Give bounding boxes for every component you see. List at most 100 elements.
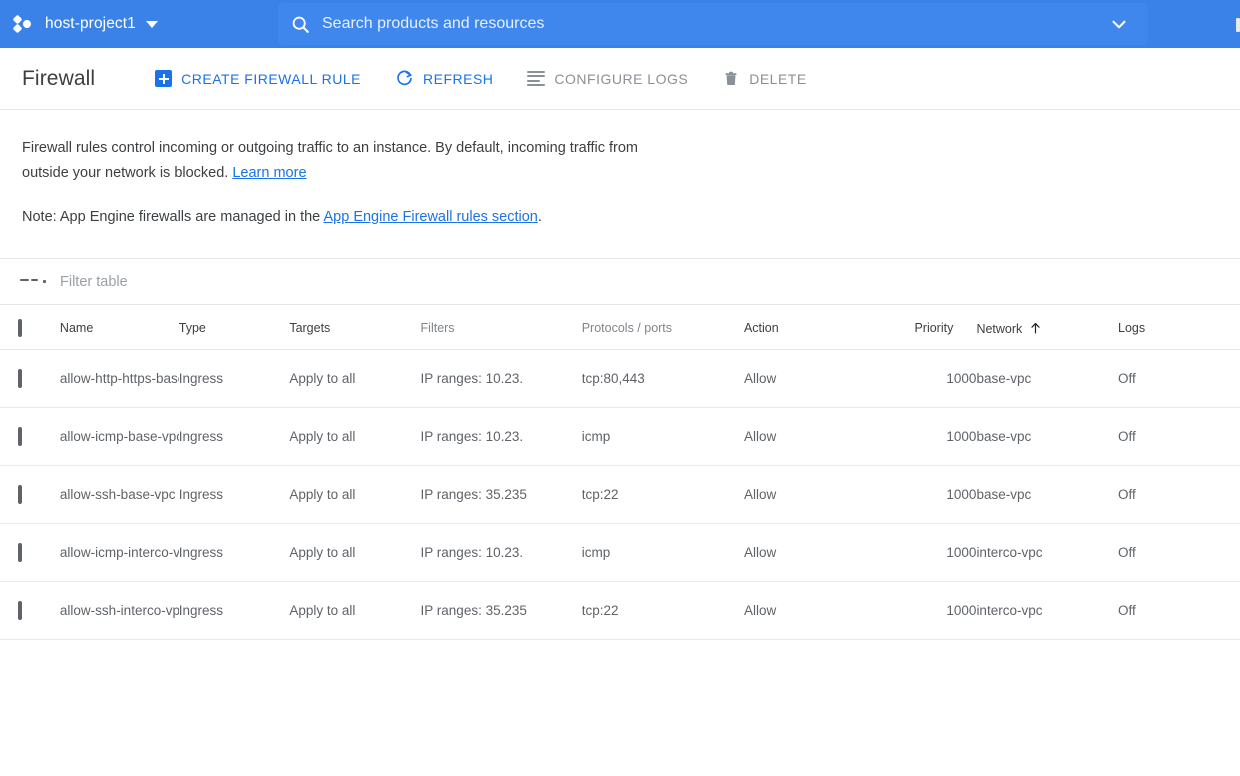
refresh-button[interactable]: REFRESH [385, 59, 503, 99]
page-title: Firewall [22, 66, 96, 90]
cell-logs: Off [1118, 407, 1240, 466]
firewall-rules-table-container: Name Type Targets Filters Protocols / po… [0, 305, 1240, 640]
row-select-cell [0, 407, 60, 466]
description-section: Firewall rules control incoming or outgo… [0, 110, 1240, 230]
filter-table-input[interactable] [58, 259, 1240, 304]
cell-type: Ingress [178, 523, 290, 582]
app-engine-note: Note: App Engine firewalls are managed i… [22, 205, 1218, 230]
select-all-checkbox[interactable] [18, 318, 22, 337]
cell-protocols-ports: tcp:80,443 [581, 349, 744, 408]
search-dropdown-chevron-down-icon[interactable] [1090, 13, 1148, 35]
global-search-bar[interactable]: Search products and resources [278, 3, 1148, 45]
cell-filters: IP ranges: 10.23. [420, 349, 582, 408]
table-row[interactable]: allow-ssh-interco-vpc Ingress Apply to a… [0, 581, 1240, 640]
cell-network: interco-vpc [976, 523, 1118, 582]
row-checkbox[interactable] [18, 485, 22, 504]
cell-logs: Off [1118, 581, 1240, 640]
cell-protocols-ports: tcp:22 [581, 581, 744, 640]
refresh-label: REFRESH [423, 70, 494, 87]
cell-name[interactable]: allow-http-https-base-vpc [59, 349, 179, 408]
table-row[interactable]: allow-http-https-base-vpc Ingress Apply … [0, 349, 1240, 408]
row-checkbox[interactable] [18, 543, 22, 562]
cell-network: interco-vpc [976, 581, 1118, 640]
column-header-type[interactable]: Type [178, 305, 290, 350]
note-suffix-text: . [537, 209, 542, 225]
column-header-filters[interactable]: Filters [420, 305, 582, 350]
row-checkbox[interactable] [18, 369, 22, 388]
configure-logs-button[interactable]: CONFIGURE LOGS [517, 59, 698, 99]
column-header-logs[interactable]: Logs [1118, 305, 1240, 350]
column-header-priority[interactable]: Priority [914, 305, 977, 350]
create-firewall-rule-button[interactable]: CREATE FIREWALL RULE [145, 59, 371, 99]
cell-targets: Apply to all [289, 581, 421, 640]
delete-button[interactable]: DELETE [712, 59, 816, 99]
cell-targets: Apply to all [289, 523, 421, 582]
cell-name[interactable]: allow-ssh-interco-vpc [59, 581, 179, 640]
filter-icon[interactable] [20, 278, 46, 284]
table-header-row: Name Type Targets Filters Protocols / po… [0, 305, 1240, 350]
cell-filters: IP ranges: 10.23. [420, 523, 582, 582]
cell-priority: 1000 [914, 407, 977, 466]
table-row[interactable]: allow-icmp-base-vpc Ingress Apply to all… [0, 407, 1240, 466]
learn-more-link[interactable]: Learn more [232, 165, 306, 181]
column-header-action[interactable]: Action [743, 305, 915, 350]
description-text: Firewall rules control incoming or outgo… [22, 140, 639, 181]
cell-filters: IP ranges: 10.23. [420, 407, 582, 466]
cell-action: Allow [743, 523, 915, 582]
table-header: Name Type Targets Filters Protocols / po… [0, 305, 1240, 350]
page-toolbar: Firewall CREATE FIREWALL RULE REFRESH CO… [0, 48, 1240, 110]
search-input[interactable]: Search products and resources [322, 15, 1090, 33]
cell-targets: Apply to all [289, 407, 421, 466]
project-selector[interactable]: host-project1 [0, 0, 168, 48]
cell-protocols-ports: icmp [581, 523, 744, 582]
table-row[interactable]: allow-icmp-interco-vpc Ingress Apply to … [0, 523, 1240, 582]
cell-network: base-vpc [976, 349, 1118, 408]
note-prefix-text: Note: App Engine firewalls are managed i… [22, 209, 321, 225]
top-app-bar: host-project1 Search products and resour… [0, 0, 1240, 48]
cell-type: Ingress [178, 581, 290, 640]
search-icon [278, 14, 322, 35]
trash-icon [722, 70, 740, 88]
gcp-logo-icon [12, 14, 36, 34]
cell-action: Allow [743, 581, 915, 640]
app-engine-firewall-rules-link[interactable]: App Engine Firewall rules section [323, 209, 537, 225]
cell-network: base-vpc [976, 407, 1118, 466]
row-checkbox[interactable] [18, 601, 22, 620]
row-checkbox[interactable] [18, 427, 22, 446]
plus-square-icon [155, 70, 173, 87]
column-header-targets[interactable]: Targets [289, 305, 421, 350]
row-select-cell [0, 349, 60, 408]
cell-logs: Off [1118, 349, 1240, 408]
cell-logs: Off [1118, 465, 1240, 524]
cell-protocols-ports: tcp:22 [581, 465, 744, 524]
select-all-header [0, 305, 60, 350]
column-header-name[interactable]: Name [59, 305, 179, 350]
cell-name[interactable]: allow-icmp-interco-vpc [59, 523, 179, 582]
table-body: allow-http-https-base-vpc Ingress Apply … [0, 349, 1240, 640]
cell-protocols-ports: icmp [581, 407, 744, 466]
cell-filters: IP ranges: 35.235 [420, 465, 582, 524]
project-name-label: host-project1 [45, 15, 136, 32]
cell-logs: Off [1118, 523, 1240, 582]
cell-name[interactable]: allow-icmp-base-vpc [59, 407, 179, 466]
cell-action: Allow [743, 465, 915, 524]
cell-action: Allow [743, 349, 915, 408]
table-row[interactable]: allow-ssh-base-vpc Ingress Apply to all … [0, 465, 1240, 524]
cell-filters: IP ranges: 35.235 [420, 581, 582, 640]
cell-priority: 1000 [914, 581, 977, 640]
filter-bar [0, 258, 1240, 305]
cell-type: Ingress [178, 465, 290, 524]
column-header-protocols-ports[interactable]: Protocols / ports [581, 305, 744, 350]
cell-name[interactable]: allow-ssh-base-vpc [59, 465, 179, 524]
column-header-network[interactable]: Network [976, 305, 1118, 350]
cell-action: Allow [743, 407, 915, 466]
delete-label: DELETE [749, 70, 807, 87]
arrow-up-icon [1029, 321, 1042, 338]
cell-priority: 1000 [914, 465, 977, 524]
toolbar-overflow-edge-icon[interactable] [1236, 18, 1240, 32]
cell-targets: Apply to all [289, 465, 421, 524]
cell-priority: 1000 [914, 349, 977, 408]
cell-type: Ingress [178, 407, 290, 466]
row-select-cell [0, 523, 60, 582]
cell-network: base-vpc [976, 465, 1118, 524]
